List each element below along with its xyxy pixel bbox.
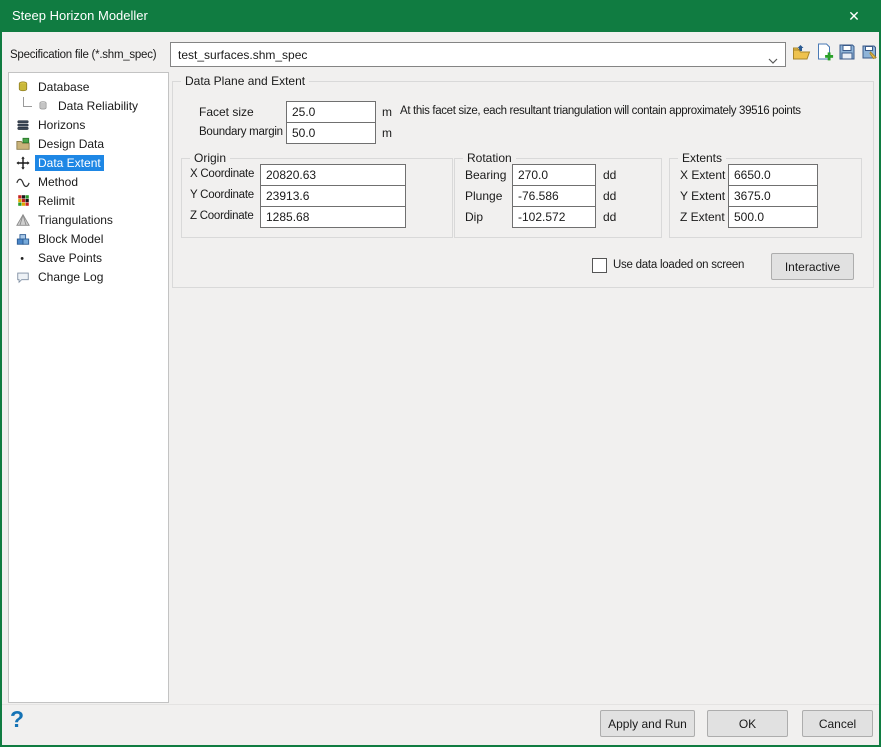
interactive-button[interactable]: Interactive	[771, 253, 854, 280]
boundary-margin-input[interactable]	[286, 122, 376, 144]
use-data-label: Use data loaded on screen	[613, 259, 744, 271]
dip-label: Dip	[465, 210, 483, 224]
tree-item-design-data[interactable]: Design Data	[9, 134, 168, 153]
z-extent-label: Z Extent	[680, 210, 725, 224]
z-coordinate-label: Z Coordinate	[190, 210, 253, 222]
spec-file-combobox[interactable]	[170, 42, 786, 67]
close-button[interactable]: ✕	[833, 0, 875, 32]
extents-group: Extents X Extent Y Extent Z Extent	[669, 158, 862, 238]
dip-input[interactable]	[512, 206, 596, 228]
facet-size-note: At this facet size, each resultant trian…	[400, 105, 801, 117]
tree-item-horizons[interactable]: Horizons	[9, 115, 168, 134]
dialog-body: Specification file (*.shm_spec)	[2, 32, 879, 745]
y-extent-input[interactable]	[728, 185, 818, 207]
rotation-group: Rotation Bearing dd Plunge dd Dip dd	[454, 158, 662, 238]
dip-unit: dd	[603, 210, 616, 224]
tree-item-label: Design Data	[35, 136, 107, 152]
tree-item-change-log[interactable]: Change Log	[9, 267, 168, 286]
use-data-row: Use data loaded on screen	[592, 255, 744, 275]
x-coordinate-label: X Coordinate	[190, 168, 254, 180]
tree-item-label: Database	[35, 79, 92, 95]
settings-tree: Database Data Reliability Horizons Desig…	[8, 72, 169, 703]
open-folder-icon	[792, 43, 811, 66]
apply-and-run-button[interactable]: Apply and Run	[600, 710, 695, 737]
facet-size-label: Facet size	[199, 105, 254, 119]
window-title: Steep Horizon Modeller	[12, 0, 148, 32]
tree-item-label: Triangulations	[35, 212, 116, 228]
tree-item-label: Save Points	[35, 250, 105, 266]
bearing-label: Bearing	[465, 168, 506, 182]
bearing-unit: dd	[603, 168, 616, 182]
plunge-label: Plunge	[465, 189, 502, 203]
facet-size-input[interactable]	[286, 101, 376, 123]
spec-file-label: Specification file (*.shm_spec)	[10, 49, 156, 61]
facet-size-unit: m	[382, 105, 392, 119]
steep-horizon-modeller-dialog: Steep Horizon Modeller ✕ Specification f…	[0, 0, 881, 747]
relimit-icon	[15, 193, 31, 209]
tree-item-label: Horizons	[35, 117, 88, 133]
tree-item-data-extent[interactable]: Data Extent	[9, 153, 168, 172]
horizons-icon	[15, 117, 31, 133]
tree-item-save-points[interactable]: Save Points	[9, 248, 168, 267]
plunge-input[interactable]	[512, 185, 596, 207]
tree-item-relimit[interactable]: Relimit	[9, 191, 168, 210]
boundary-margin-unit: m	[382, 126, 392, 140]
triangulations-icon	[15, 212, 31, 228]
database-icon	[15, 79, 31, 95]
help-button[interactable]: ?	[10, 706, 24, 733]
save-points-icon	[15, 250, 31, 266]
tree-item-label: Data Extent	[35, 155, 104, 171]
extents-title: Extents	[678, 151, 726, 165]
save-as-button[interactable]	[860, 44, 880, 65]
titlebar: Steep Horizon Modeller ✕	[0, 0, 881, 32]
tree-item-block-model[interactable]: Block Model	[9, 229, 168, 248]
bearing-input[interactable]	[512, 164, 596, 186]
z-extent-input[interactable]	[728, 206, 818, 228]
origin-group: Origin X Coordinate Y Coordinate Z Coord…	[181, 158, 453, 238]
tree-item-label: Data Reliability	[55, 98, 141, 114]
cancel-button[interactable]: Cancel	[802, 710, 873, 737]
save-button[interactable]	[837, 44, 857, 65]
x-extent-input[interactable]	[728, 164, 818, 186]
tree-item-label: Relimit	[35, 193, 78, 209]
x-extent-label: X Extent	[680, 168, 725, 182]
footer-separator	[2, 704, 879, 705]
tree-item-triangulations[interactable]: Triangulations	[9, 210, 168, 229]
plunge-unit: dd	[603, 189, 616, 203]
close-icon: ✕	[848, 8, 860, 24]
tree-item-label: Method	[35, 174, 81, 190]
spec-file-toolbar	[791, 44, 880, 65]
import-file-icon	[815, 43, 834, 66]
data-extent-icon	[15, 155, 31, 171]
group-title: Data Plane and Extent	[181, 74, 309, 88]
spec-file-input[interactable]	[171, 43, 761, 66]
tree-item-data-reliability[interactable]: Data Reliability	[9, 96, 168, 115]
save-as-icon	[861, 43, 879, 66]
rotation-title: Rotation	[463, 151, 516, 165]
design-data-icon	[15, 136, 31, 152]
block-model-icon	[15, 231, 31, 247]
z-coordinate-input[interactable]	[260, 206, 406, 228]
data-plane-and-extent-group: Data Plane and Extent Facet size m At th…	[172, 81, 874, 288]
x-coordinate-input[interactable]	[260, 164, 406, 186]
tree-item-method[interactable]: Method	[9, 172, 168, 191]
tree-item-label: Change Log	[35, 269, 106, 285]
tree-branch-connector	[23, 97, 32, 107]
chevron-down-icon[interactable]	[768, 52, 778, 70]
change-log-icon	[15, 269, 31, 285]
ok-button[interactable]: OK	[707, 710, 788, 737]
use-data-checkbox[interactable]	[592, 258, 607, 273]
boundary-margin-label: Boundary margin	[199, 126, 283, 138]
method-icon	[15, 174, 31, 190]
save-icon	[838, 43, 856, 66]
y-extent-label: Y Extent	[680, 189, 725, 203]
origin-title: Origin	[190, 151, 230, 165]
import-spec-button[interactable]	[814, 44, 834, 65]
open-folder-button[interactable]	[791, 44, 811, 65]
y-coordinate-input[interactable]	[260, 185, 406, 207]
tree-item-label: Block Model	[35, 231, 106, 247]
data-reliability-icon	[35, 98, 51, 114]
tree-item-database[interactable]: Database	[9, 77, 168, 96]
y-coordinate-label: Y Coordinate	[190, 189, 254, 201]
